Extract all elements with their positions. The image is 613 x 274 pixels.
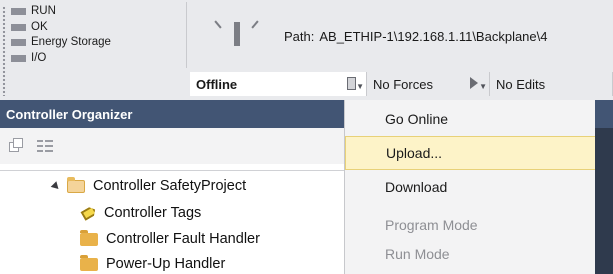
status-led-icon bbox=[11, 8, 26, 16]
workspace-edge-header bbox=[595, 100, 613, 128]
toolbar-grip[interactable] bbox=[2, 6, 7, 96]
expand-all-icon[interactable] bbox=[37, 138, 53, 154]
path-value: AB_ETHIP-1\192.168.1.11\Backplane\4 bbox=[319, 29, 548, 44]
organizer-toolbar bbox=[0, 128, 344, 164]
tag-icon bbox=[80, 205, 97, 221]
menu-item-upload[interactable]: Upload... bbox=[345, 136, 596, 170]
controller-mode-dropdown[interactable]: Offline ▼ bbox=[190, 72, 367, 96]
edits-label: No Edits bbox=[496, 76, 546, 92]
tree-item-label: Controller Tags bbox=[104, 205, 202, 221]
tree-item-label: Controller SafetyProject bbox=[93, 178, 247, 194]
status-ok-label: OK bbox=[31, 20, 48, 33]
tree-item-power-up-handler[interactable]: Power-Up Handler bbox=[80, 253, 225, 274]
mode-strip: Offline ▼ No Forces ▼ No Edits bbox=[190, 72, 613, 96]
menu-item-label: Upload... bbox=[386, 145, 443, 161]
status-led-icon bbox=[11, 23, 26, 31]
play-arrow-icon bbox=[470, 77, 478, 89]
controller-state-icon bbox=[347, 77, 356, 90]
organizer-tree: Controller SafetyProject Controller Tags… bbox=[0, 170, 344, 274]
edits-status[interactable]: No Edits bbox=[490, 72, 613, 96]
status-energy-storage-label: Energy Storage bbox=[31, 36, 111, 48]
status-io-label: I/O bbox=[31, 51, 47, 64]
status-energy-storage: Energy Storage bbox=[9, 35, 187, 51]
expander-arrow-icon[interactable] bbox=[50, 180, 62, 192]
tree-item-label: Power-Up Handler bbox=[106, 256, 226, 272]
forces-label: No Forces bbox=[373, 76, 433, 92]
status-io: I/O bbox=[9, 51, 187, 67]
tree-item-label: Controller Fault Handler bbox=[106, 231, 260, 247]
controller-status-toolbar: RUN OK Energy Storage I/O Path: AB_ETHIP-… bbox=[0, 0, 613, 100]
controller-mode-menu: Go Online Upload... Download Program Mod… bbox=[344, 100, 596, 274]
organizer-title: Controller Organizer bbox=[6, 107, 133, 122]
tree-item-fault-handler[interactable]: Controller Fault Handler bbox=[80, 228, 260, 250]
menu-item-label: Program Mode bbox=[385, 217, 478, 233]
status-list: RUN OK Energy Storage I/O bbox=[9, 4, 187, 66]
controller-mode-label: Offline bbox=[196, 76, 238, 92]
menu-item-label: Run Mode bbox=[385, 246, 450, 262]
folder-icon bbox=[80, 229, 98, 246]
chevron-down-icon[interactable]: ▼ bbox=[479, 82, 487, 91]
status-run: RUN bbox=[9, 4, 187, 20]
status-led-icon bbox=[11, 54, 26, 62]
menu-item-download[interactable]: Download bbox=[345, 170, 596, 204]
tree-item-controller[interactable]: Controller SafetyProject bbox=[50, 175, 247, 197]
chevron-down-icon[interactable]: ▼ bbox=[356, 82, 364, 91]
collapse-all-icon[interactable] bbox=[9, 138, 25, 154]
forces-dropdown[interactable]: No Forces ▼ bbox=[367, 72, 490, 96]
folder-icon bbox=[80, 254, 98, 271]
status-led-icon bbox=[11, 39, 26, 47]
menu-item-label: Download bbox=[385, 179, 448, 195]
tree-item-controller-tags[interactable]: Controller Tags bbox=[80, 202, 201, 224]
key-switch-icon bbox=[213, 18, 263, 54]
status-ok: OK bbox=[9, 20, 187, 36]
path-label: Path: bbox=[284, 29, 315, 44]
status-run-label: RUN bbox=[31, 5, 56, 17]
menu-item-label: Go Online bbox=[385, 111, 449, 127]
menu-item-go-online[interactable]: Go Online bbox=[345, 102, 596, 136]
folder-open-icon bbox=[67, 176, 85, 193]
communication-path: Path: AB_ETHIP-1\192.168.1.11\Backplane\4 bbox=[284, 29, 548, 44]
menu-item-run-mode[interactable]: Run Mode bbox=[345, 237, 596, 271]
